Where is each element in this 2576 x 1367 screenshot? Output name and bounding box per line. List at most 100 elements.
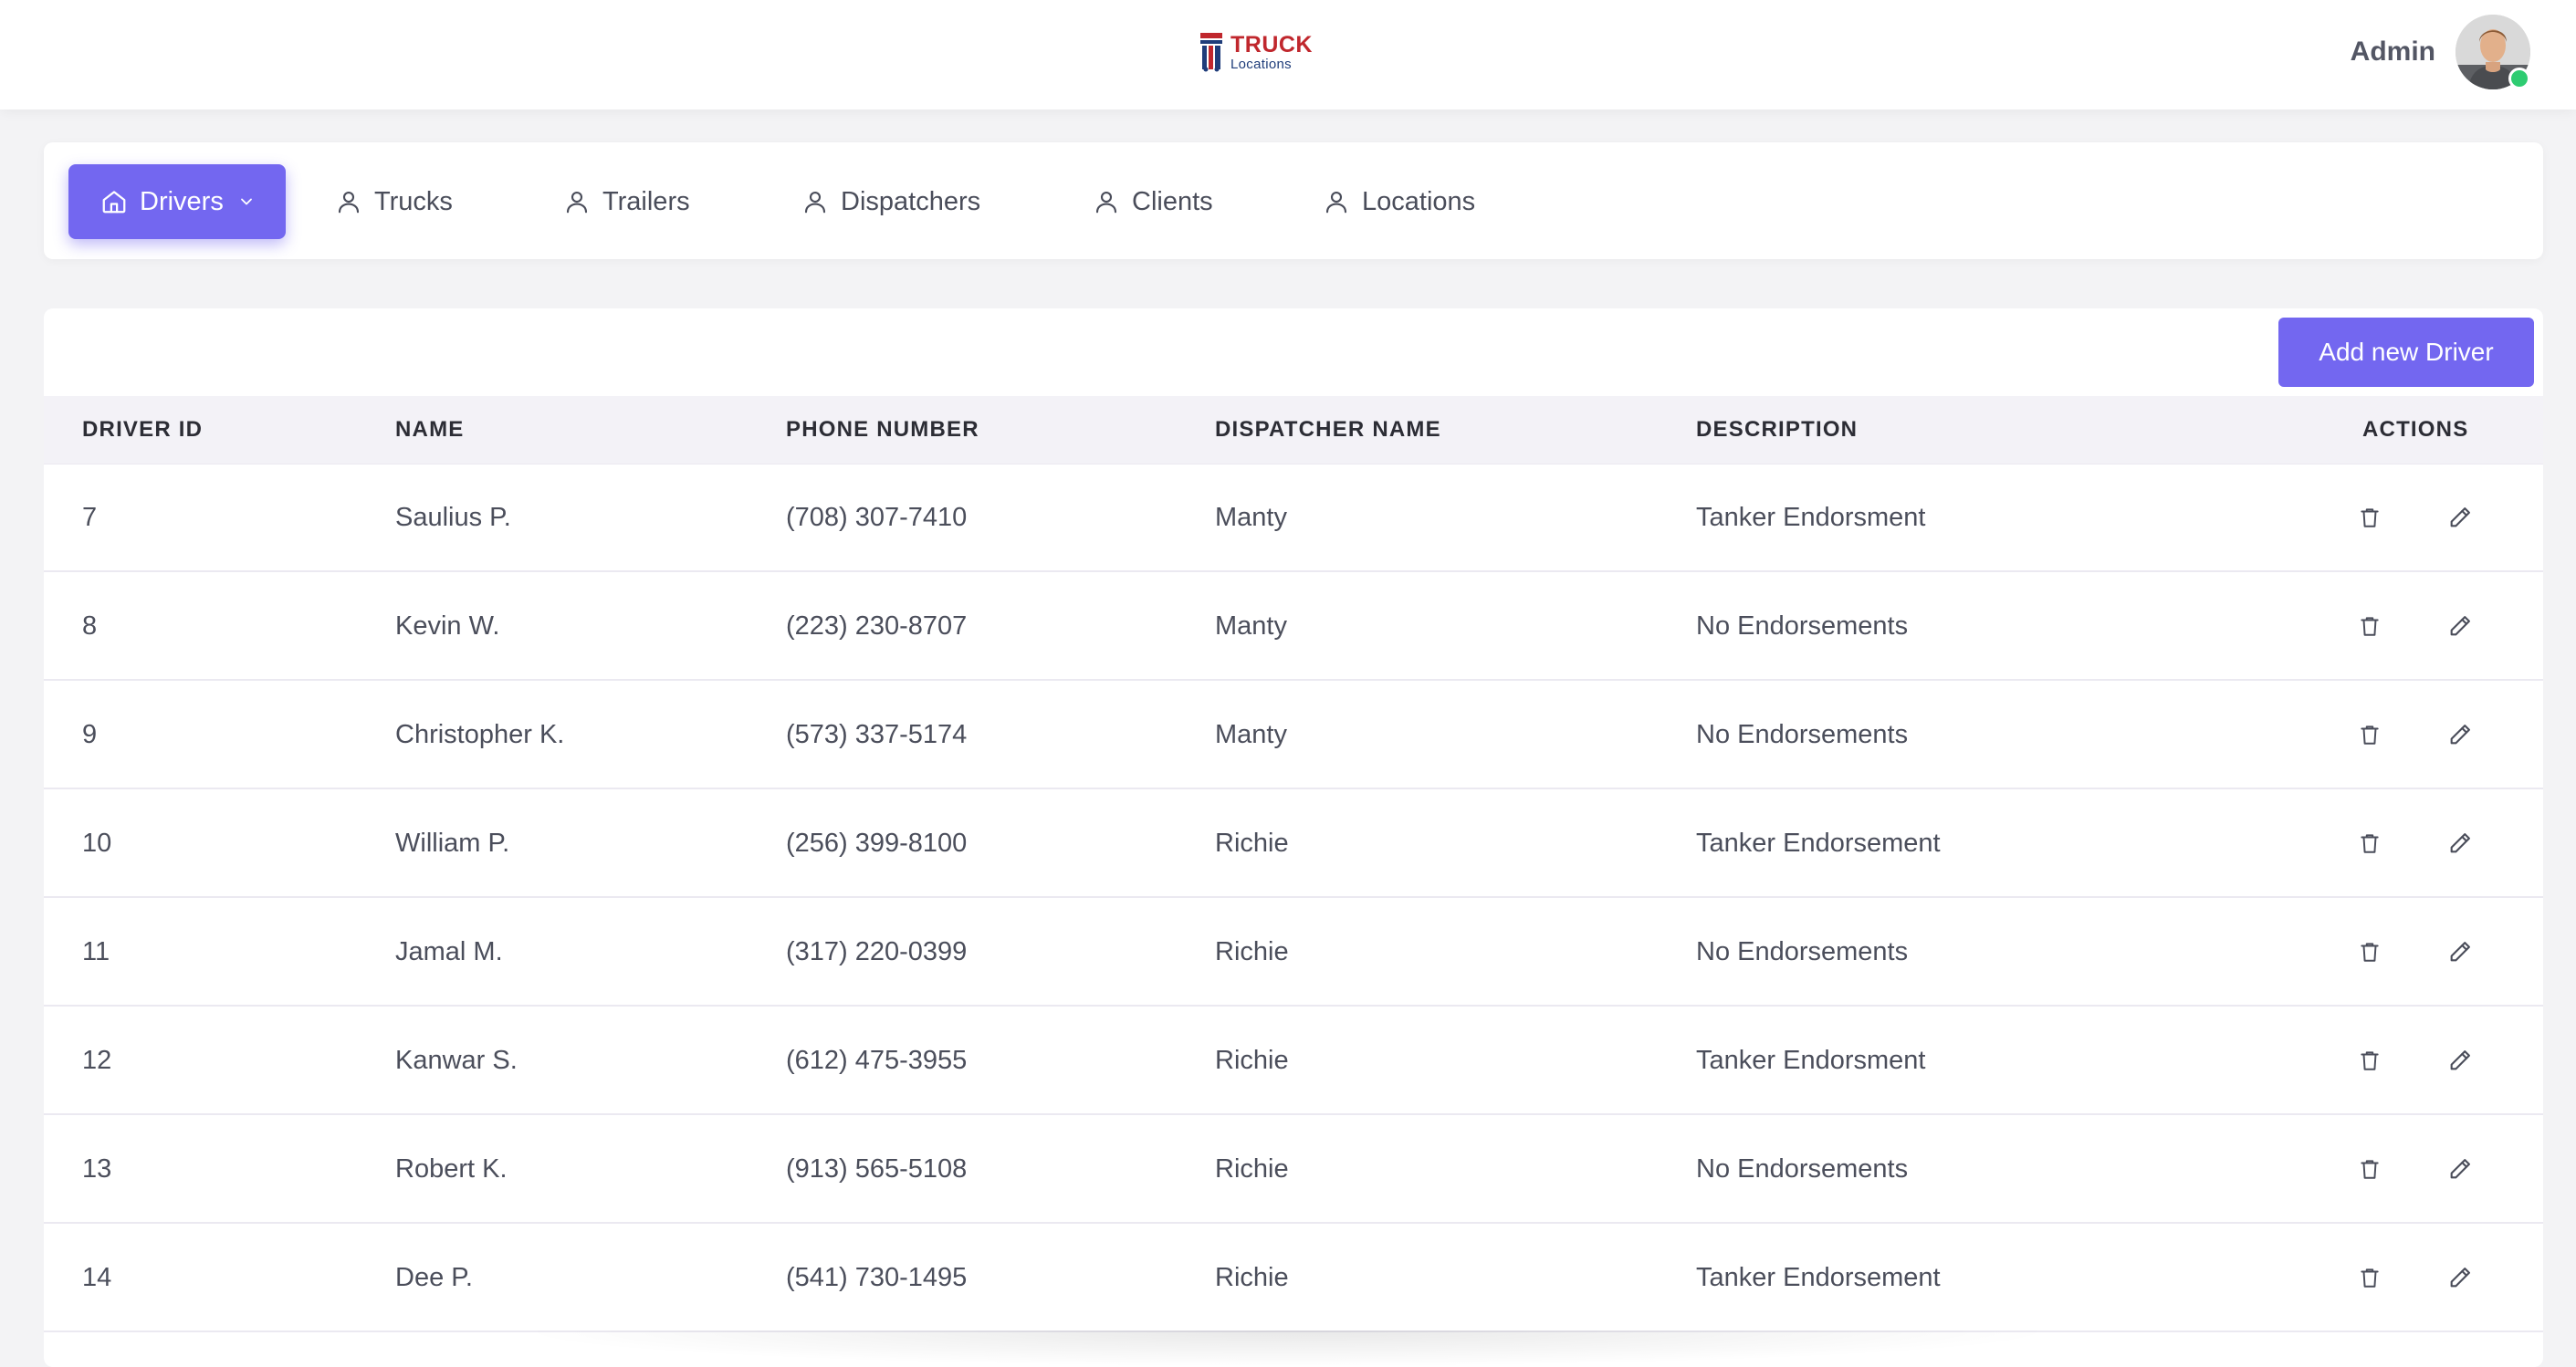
logo-subtitle: Locations <box>1230 56 1292 72</box>
cell-name: William P. <box>395 829 510 858</box>
nav-item-label: Clients <box>1132 186 1213 216</box>
pencil-icon[interactable] <box>2445 1153 2476 1184</box>
table-row[interactable]: 10 William P. (256) 399-8100 Richie Tanker E… <box>44 789 2543 898</box>
nav-item-label: Dispatchers <box>841 186 981 216</box>
chevron-down-icon <box>236 192 257 212</box>
table-row[interactable]: 13 Robert K. (913) 565-5108 Richie No Endors… <box>44 1115 2543 1224</box>
cell-dispatcher: Richie <box>1215 937 1289 966</box>
user-icon <box>1092 187 1121 216</box>
column-header-name[interactable]: NAME <box>395 396 464 464</box>
cell-dispatcher: Manty <box>1215 611 1287 641</box>
cell-name: Christopher K. <box>395 720 565 749</box>
pencil-icon[interactable] <box>2445 1262 2476 1293</box>
nav-item-drivers[interactable]: Drivers <box>68 164 286 239</box>
table-row[interactable]: 7 Saulius P. (708) 307-7410 Manty Tanker End… <box>44 464 2543 572</box>
pencil-icon[interactable] <box>2445 502 2476 533</box>
table-body: 7 Saulius P. (708) 307-7410 Manty Tanker End… <box>44 464 2543 1332</box>
trash-icon[interactable] <box>2354 1045 2385 1076</box>
nav-item-label: Drivers <box>140 186 224 216</box>
cell-driver-id: 14 <box>82 1263 112 1292</box>
cell-driver-id: 8 <box>82 611 98 641</box>
cell-phone: (913) 565-5108 <box>786 1154 968 1184</box>
pencil-icon[interactable] <box>2445 828 2476 859</box>
cell-phone: (256) 399-8100 <box>786 829 968 858</box>
table-row[interactable]: 11 Jamal M. (317) 220-0399 Richie No Endorse… <box>44 898 2543 1007</box>
user-icon <box>1322 187 1351 216</box>
top-header: TRUCK Locations Admin <box>0 0 2576 110</box>
cell-dispatcher: Manty <box>1215 720 1287 749</box>
nav-item-locations[interactable]: Locations <box>1322 164 1475 239</box>
cell-description: No Endorsements <box>1696 611 1909 641</box>
table-row[interactable]: 8 Kevin W. (223) 230-8707 Manty No Endorseme… <box>44 572 2543 681</box>
cell-dispatcher: Manty <box>1215 503 1287 532</box>
user-name: Admin <box>2350 37 2435 67</box>
cell-phone: (317) 220-0399 <box>786 937 968 966</box>
nav-item-label: Trucks <box>374 186 453 216</box>
cell-description: Tanker Endorsement <box>1696 1263 1941 1292</box>
drivers-table-card: Add new Driver DRIVER ID NAME PHONE NUMB… <box>44 308 2543 1367</box>
cell-dispatcher: Richie <box>1215 1263 1289 1292</box>
pencil-icon[interactable] <box>2445 719 2476 750</box>
cell-description: No Endorsements <box>1696 720 1909 749</box>
cell-dispatcher: Richie <box>1215 1154 1289 1184</box>
cell-description: No Endorsements <box>1696 1154 1909 1184</box>
logo-title: TRUCK <box>1230 31 1313 57</box>
cell-driver-id: 12 <box>82 1046 112 1075</box>
cell-name: Jamal M. <box>395 937 503 966</box>
cell-name: Kevin W. <box>395 611 500 641</box>
app-logo[interactable]: TRUCK Locations <box>1199 31 1313 73</box>
nav-item-clients[interactable]: Clients <box>1092 164 1213 239</box>
trash-icon[interactable] <box>2354 719 2385 750</box>
column-header-actions: ACTIONS <box>2362 417 2469 442</box>
user-icon <box>562 187 592 216</box>
online-status-dot <box>2508 68 2530 89</box>
add-new-driver-button[interactable]: Add new Driver <box>2278 318 2534 387</box>
pencil-icon[interactable] <box>2445 1045 2476 1076</box>
avatar[interactable] <box>2456 15 2530 89</box>
user-menu[interactable]: Admin <box>2351 15 2530 89</box>
logo-text: TRUCK Locations <box>1230 31 1313 72</box>
cell-description: Tanker Endorsement <box>1696 829 1941 858</box>
cell-phone: (612) 475-3955 <box>786 1046 968 1075</box>
nav-item-dispatchers[interactable]: Dispatchers <box>801 164 980 239</box>
column-header-description[interactable]: DESCRIPTION <box>1696 396 1858 464</box>
cell-phone: (573) 337-5174 <box>786 720 968 749</box>
cell-dispatcher: Richie <box>1215 829 1289 858</box>
nav-item-trailers[interactable]: Trailers <box>562 164 690 239</box>
column-header-driver-id[interactable]: DRIVER ID <box>82 396 203 464</box>
cell-driver-id: 11 <box>82 937 110 966</box>
trash-icon[interactable] <box>2354 828 2385 859</box>
pencil-icon[interactable] <box>2445 610 2476 642</box>
cell-driver-id: 13 <box>82 1154 112 1184</box>
cell-name: Kanwar S. <box>395 1046 518 1075</box>
truck-logo-icon <box>1200 33 1222 72</box>
pencil-icon[interactable] <box>2445 936 2476 967</box>
cell-driver-id: 9 <box>82 720 98 749</box>
nav-item-label: Trailers <box>602 186 690 216</box>
trash-icon[interactable] <box>2354 502 2385 533</box>
cell-description: Tanker Endorsment <box>1696 503 1926 532</box>
main-nav: Drivers Trucks Trailers Dispatchers Clie… <box>44 142 2543 259</box>
cell-driver-id: 7 <box>82 503 98 532</box>
cell-description: Tanker Endorsment <box>1696 1046 1926 1075</box>
user-icon <box>334 187 363 216</box>
cell-dispatcher: Richie <box>1215 1046 1289 1075</box>
cell-phone: (541) 730-1495 <box>786 1263 968 1292</box>
column-header-phone[interactable]: PHONE NUMBER <box>786 396 979 464</box>
trash-icon[interactable] <box>2354 936 2385 967</box>
trash-icon[interactable] <box>2354 1153 2385 1184</box>
table-row[interactable]: 9 Christopher K. (573) 337-5174 Manty No End… <box>44 681 2543 789</box>
cell-name: Robert K. <box>395 1154 508 1184</box>
home-icon <box>99 187 129 216</box>
nav-item-trucks[interactable]: Trucks <box>334 164 453 239</box>
nav-item-label: Locations <box>1362 186 1476 216</box>
table-row[interactable]: 14 Dee P. (541) 730-1495 Richie Tanker Endor… <box>44 1224 2543 1332</box>
trash-icon[interactable] <box>2354 1262 2385 1293</box>
cell-phone: (708) 307-7410 <box>786 503 968 532</box>
trash-icon[interactable] <box>2354 610 2385 642</box>
cell-name: Saulius P. <box>395 503 511 532</box>
column-header-dispatcher[interactable]: DISPATCHER NAME <box>1215 396 1441 464</box>
cell-name: Dee P. <box>395 1263 473 1292</box>
table-row[interactable]: 12 Kanwar S. (612) 475-3955 Richie Tanker En… <box>44 1007 2543 1115</box>
table-header: DRIVER ID NAME PHONE NUMBER DISPATCHER N… <box>44 396 2543 464</box>
